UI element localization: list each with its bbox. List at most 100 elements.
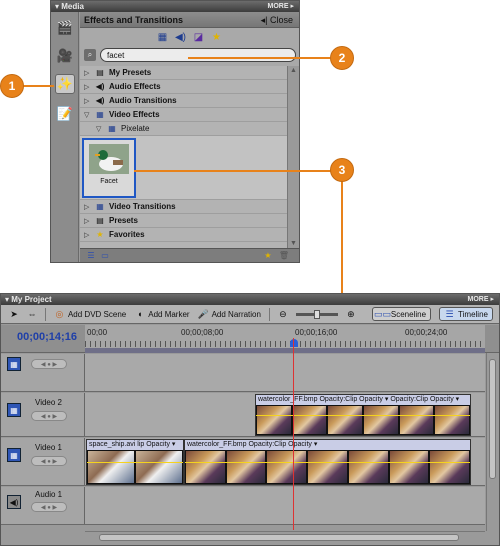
track-header: ▦ Video 1 ◀ ● ▶ — [1, 438, 85, 485]
search-input[interactable] — [100, 48, 296, 62]
timeline-button[interactable]: ☰ Timeline — [439, 307, 493, 321]
clip-frames — [256, 405, 470, 435]
expand-triangle-icon[interactable]: ▷ — [84, 97, 91, 105]
titles-icon[interactable]: 📝 — [55, 104, 75, 124]
selection-tool-icon[interactable]: ➤ — [9, 309, 19, 320]
clip-watercolor[interactable]: watercolor_FF.bmp Opacity:Clip Opacity ▾ — [184, 439, 471, 485]
track-body[interactable] — [85, 354, 485, 391]
current-timecode[interactable]: 00;00;14;16 — [17, 331, 77, 343]
callout-1: 1 — [0, 74, 24, 98]
track-controls[interactable]: ◀ ● ▶ — [31, 502, 67, 512]
track-name: Video 1 — [35, 443, 62, 452]
transitions-icon[interactable]: ◪ — [193, 31, 205, 43]
video-track-icon[interactable]: ▦ — [7, 403, 21, 417]
track-controls[interactable]: ◀ ● ▶ — [31, 456, 67, 466]
track-header: ▦ ◀ ● ▶ — [1, 354, 85, 391]
thumbnail-view-icon[interactable]: ▭ — [100, 251, 110, 260]
more-button[interactable]: MORE ▸ — [468, 294, 494, 305]
video-track-icon[interactable]: ▦ — [7, 448, 21, 462]
sceneline-button[interactable]: ▭▭ Sceneline — [371, 307, 432, 321]
list-item-pixelate[interactable]: ▽ ▦ Pixelate — [80, 122, 287, 136]
expand-triangle-icon[interactable]: ▷ — [84, 231, 91, 239]
expand-triangle-icon[interactable]: ▷ — [84, 83, 91, 91]
playhead-line — [293, 338, 294, 530]
scroll-down-icon[interactable]: ▼ — [290, 240, 297, 247]
more-button[interactable]: MORE ▸ — [268, 1, 294, 12]
collapse-triangle-icon[interactable]: ▽ — [84, 111, 91, 119]
playhead-handle[interactable] — [290, 339, 298, 347]
list-item-presets[interactable]: ▷ ▤ Presets — [80, 214, 287, 228]
horizontal-scrollbar[interactable] — [85, 531, 485, 543]
track-body[interactable]: watercolor_FF.bmp Opacity:Clip Opacity ▾… — [85, 393, 485, 436]
list-item-my-presets[interactable]: ▷ ▤ My Presets — [80, 66, 287, 80]
effects-icon[interactable]: ✨ — [55, 74, 75, 94]
effects-scrollbar[interactable]: ▲ ▼ — [287, 66, 299, 248]
track-controls[interactable]: ◀ ● ▶ — [31, 359, 67, 369]
media-panel-title: Media — [61, 2, 84, 11]
track-name: Audio 1 — [35, 490, 63, 499]
list-item-audio-effects[interactable]: ▷ ◀) Audio Effects — [80, 80, 287, 94]
vertical-scroll-thumb[interactable] — [489, 359, 496, 479]
track-body[interactable] — [85, 487, 485, 524]
list-item-video-transitions[interactable]: ▷ ▦ Video Transitions — [80, 200, 287, 214]
video-frame — [186, 451, 225, 483]
ruler-label: 00;00 — [87, 328, 108, 337]
expand-triangle-icon[interactable]: ▷ — [84, 217, 91, 225]
opacity-line[interactable] — [256, 415, 470, 416]
presets-icon: ▤ — [96, 68, 104, 77]
track-body[interactable]: space_ship.avi lip Opacity ▾ watercolor_… — [85, 438, 485, 485]
vertical-scrollbar[interactable] — [486, 353, 498, 531]
presets-icon: ▤ — [96, 216, 104, 225]
list-item-favorites[interactable]: ▷ ★ Favorites — [80, 228, 287, 242]
clip-space-ship[interactable]: space_ship.avi lip Opacity ▾ — [86, 439, 184, 485]
facet-effect-thumbnail[interactable]: Facet — [82, 138, 136, 198]
video-frame — [292, 406, 327, 434]
collapse-triangle-icon[interactable]: ▽ — [96, 125, 103, 133]
trash-icon[interactable]: 🗑 — [279, 251, 289, 260]
time-ruler[interactable]: 00;00 00;00;08;00 00;00;16;00 00;00;24;0… — [85, 325, 485, 353]
camera-icon[interactable]: 🎥 — [55, 46, 75, 66]
list-view-icon[interactable]: ☰ — [86, 251, 96, 260]
video-frame — [328, 406, 363, 434]
expand-triangle-icon[interactable]: ▷ — [84, 203, 91, 211]
add-marker-button[interactable]: ◖ Add Marker — [134, 309, 190, 320]
opacity-line[interactable] — [185, 462, 470, 463]
list-item-video-effects[interactable]: ▽ ▦ Video Effects — [80, 108, 287, 122]
time-ruler-area: 00;00;14;16 00;00 00;00;08;00 00;00;16;0… — [1, 325, 499, 363]
zoom-in-icon[interactable]: ⊕ — [346, 309, 356, 320]
zoom-out-icon[interactable]: ⊖ — [278, 309, 288, 320]
favorites-star-icon[interactable]: ★ — [263, 251, 273, 260]
clip-watercolor[interactable]: watercolor_FF.bmp Opacity:Clip Opacity ▾… — [255, 394, 471, 436]
zoom-slider-knob[interactable] — [313, 309, 320, 319]
opacity-line[interactable] — [87, 462, 183, 463]
speaker-icon[interactable]: ◀) — [7, 495, 21, 509]
duck-image — [89, 144, 129, 174]
callout-2: 2 — [330, 46, 354, 70]
video-track-icon[interactable]: ▦ — [7, 357, 21, 371]
favorites-star-icon[interactable]: ★ — [211, 31, 223, 43]
audio-transitions-icon: ◀) — [95, 96, 105, 105]
zoom-slider[interactable] — [295, 309, 338, 319]
media-sidebar: 🎬 🎥 ✨ 📝 — [51, 12, 79, 262]
track-audio-1: ◀) Audio 1 ◀ ● ▶ — [1, 487, 485, 525]
horizontal-scroll-thumb[interactable] — [99, 534, 459, 541]
video-frame — [364, 406, 398, 434]
film-strip-icon[interactable]: 🎬 — [55, 18, 75, 38]
add-dvd-scene-button[interactable]: ◎ Add DVD Scene — [54, 309, 127, 320]
track-controls[interactable]: ◀ ● ▶ — [31, 411, 67, 421]
add-narration-button[interactable]: 🎤 Add Narration — [197, 309, 260, 320]
list-item-audio-transitions[interactable]: ▷ ◀) Audio Transitions — [80, 94, 287, 108]
favorites-star-icon: ★ — [96, 230, 104, 239]
expand-triangle-icon[interactable]: ▷ — [84, 69, 91, 77]
video-transitions-icon: ▦ — [96, 202, 104, 211]
scroll-up-icon[interactable]: ▲ — [290, 67, 297, 74]
search-icon: ⌕ — [84, 49, 96, 61]
work-area-bar[interactable] — [85, 348, 485, 353]
video-frame — [267, 451, 307, 483]
video-effects-icon[interactable]: ▦ — [157, 31, 169, 43]
close-button[interactable]: ◂| Close — [261, 12, 293, 28]
callout-3: 3 — [330, 158, 354, 182]
time-stretch-tool-icon[interactable]: ⇔ — [27, 309, 37, 320]
track-video-3: ▦ ◀ ● ▶ — [1, 354, 485, 392]
audio-effects-icon[interactable]: ◀) — [175, 31, 187, 43]
